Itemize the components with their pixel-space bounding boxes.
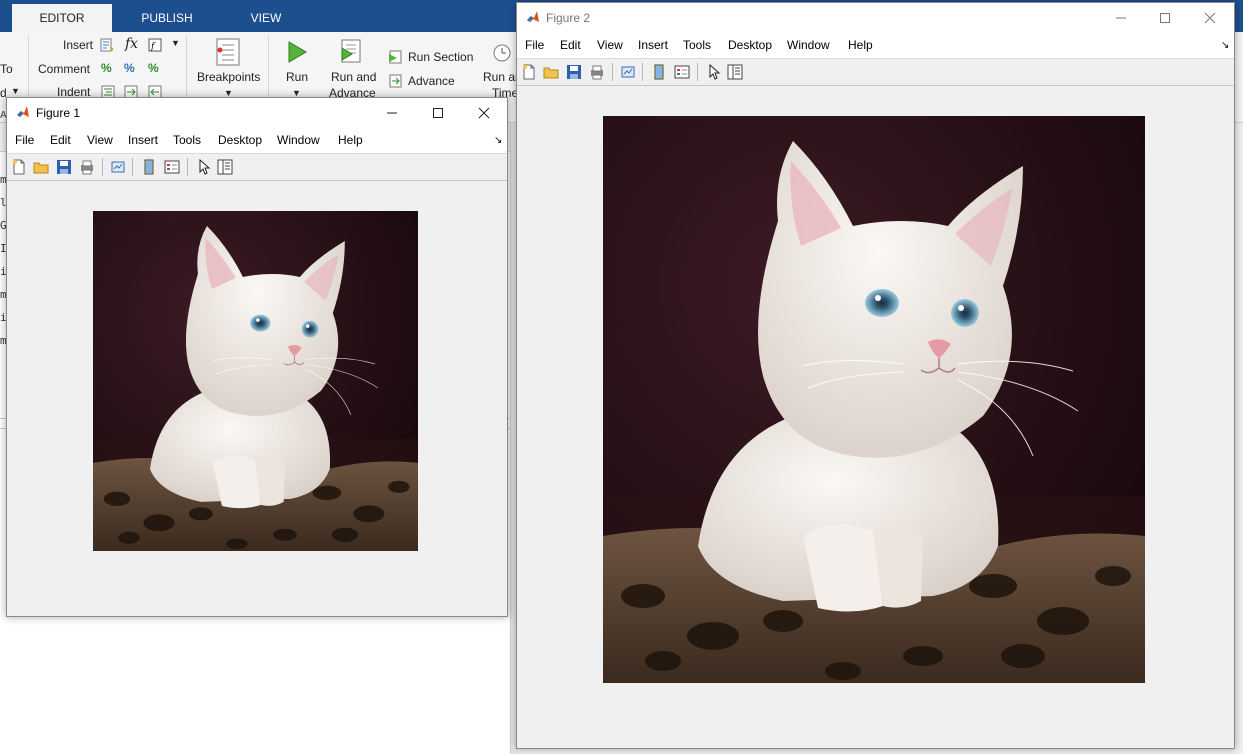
figure2-kitten-image	[603, 116, 1145, 683]
figure2-minimize-button[interactable]	[1098, 3, 1144, 33]
figure2-menu-edit[interactable]: Edit	[560, 38, 581, 52]
run-and-time-icon[interactable]	[492, 40, 514, 64]
figure2-toolbar	[517, 59, 1234, 86]
open-file-icon[interactable]	[33, 159, 49, 175]
run-section-button[interactable]: Run Section	[408, 50, 473, 64]
link-plot-icon[interactable]	[620, 64, 636, 80]
figure2-image-axes[interactable]	[603, 116, 1145, 683]
insert-icon	[100, 38, 114, 52]
run-icon[interactable]	[286, 40, 308, 64]
figure1-toolbar	[7, 154, 507, 181]
property-inspector-icon[interactable]	[217, 159, 233, 175]
legend-icon[interactable]	[674, 64, 690, 80]
run-button[interactable]: Run	[286, 70, 308, 84]
figure1-image-axes[interactable]	[93, 211, 418, 551]
figure2-menu-window[interactable]: Window	[787, 38, 830, 52]
tab-view[interactable]: VIEW	[222, 4, 310, 32]
figure1-menu-window[interactable]: Window	[277, 133, 320, 147]
figure1-title: Figure 1	[36, 106, 81, 120]
figure1-menubar: File Edit View Insert Tools Desktop Wind…	[7, 128, 507, 154]
figure2-close-button[interactable]	[1187, 3, 1233, 33]
figure1-kitten-image	[93, 211, 418, 551]
figure1-menu-file[interactable]: File	[15, 133, 34, 147]
figure1-menu-edit[interactable]: Edit	[50, 133, 71, 147]
figure2-menu-view[interactable]: View	[597, 38, 623, 52]
colorbar-icon[interactable]	[141, 159, 157, 175]
figure1-dock-arrow-icon[interactable]: ↘	[494, 135, 502, 146]
figure2-menu-insert[interactable]: Insert	[638, 38, 668, 52]
ribbon-cut-arrow: ▼	[11, 86, 20, 96]
figure2-titlebar[interactable]: Figure 2	[517, 3, 1234, 33]
uncomment-icon[interactable]: %	[124, 61, 135, 75]
new-figure-icon[interactable]	[521, 64, 537, 80]
run-and-advance-button[interactable]: Run and	[331, 70, 376, 84]
figure1-close-button[interactable]	[461, 98, 507, 128]
minimize-icon	[387, 112, 397, 114]
pointer-icon[interactable]	[706, 64, 722, 80]
figure2-title: Figure 2	[546, 11, 591, 25]
figure1-maximize-button[interactable]	[415, 98, 461, 128]
figure1-menu-desktop[interactable]: Desktop	[218, 133, 262, 147]
figure2-dock-arrow-icon[interactable]: ↘	[1221, 40, 1229, 51]
figure1-titlebar[interactable]: Figure 1	[7, 98, 507, 128]
open-file-icon[interactable]	[543, 64, 559, 80]
figure1-menu-tools[interactable]: Tools	[173, 133, 201, 147]
insert-function-button[interactable]: fx	[125, 36, 138, 52]
maximize-icon	[1160, 13, 1170, 23]
close-icon	[478, 107, 490, 119]
insert-dropdown-arrow[interactable]: ▼	[171, 38, 180, 48]
figure1-menu-view[interactable]: View	[87, 133, 113, 147]
advance-icon[interactable]	[388, 74, 402, 88]
comment-icon[interactable]: %	[101, 61, 112, 75]
figure2-menu-tools[interactable]: Tools	[683, 38, 711, 52]
figure2-menu-desktop[interactable]: Desktop	[728, 38, 772, 52]
new-figure-icon[interactable]	[11, 159, 27, 175]
wrap-comments-icon[interactable]: %	[148, 61, 159, 75]
maximize-icon	[433, 108, 443, 118]
link-plot-icon[interactable]	[110, 159, 126, 175]
run-and-advance-icon[interactable]	[338, 38, 364, 64]
legend-icon[interactable]	[164, 159, 180, 175]
pointer-icon[interactable]	[196, 159, 212, 175]
figure1-menu-insert[interactable]: Insert	[128, 133, 158, 147]
tab-editor[interactable]: EDITOR	[12, 4, 112, 32]
matlab-logo-icon	[17, 106, 29, 117]
insert-code-icon[interactable]: f	[148, 38, 162, 52]
insert-button[interactable]: Insert	[63, 38, 93, 52]
matlab-logo-icon	[527, 11, 539, 22]
tab-publish[interactable]: PUBLISH	[118, 4, 216, 32]
property-inspector-icon[interactable]	[727, 64, 743, 80]
figure2-window[interactable]: Figure 2 File Edit View Insert Tools Des…	[516, 2, 1235, 749]
figure2-menu-file[interactable]: File	[525, 38, 544, 52]
run-and-time-button[interactable]: Run ar	[483, 70, 519, 84]
figure2-menu-help[interactable]: Help	[848, 38, 873, 52]
figure2-menubar: File Edit View Insert Tools Desktop Wind…	[517, 33, 1234, 59]
run-section-icon[interactable]	[388, 50, 402, 64]
save-icon[interactable]	[56, 159, 72, 175]
minimize-icon	[1116, 17, 1126, 19]
figure2-maximize-button[interactable]	[1142, 3, 1188, 33]
advance-button[interactable]: Advance	[408, 74, 455, 88]
print-icon[interactable]	[79, 159, 95, 175]
close-icon	[1204, 12, 1216, 24]
save-icon[interactable]	[566, 64, 582, 80]
colorbar-icon[interactable]	[651, 64, 667, 80]
figure1-menu-help[interactable]: Help	[338, 133, 363, 147]
figure1-minimize-button[interactable]	[369, 98, 415, 128]
ribbon-cut-label-1: To	[0, 62, 13, 76]
breakpoints-button[interactable]: Breakpoints	[197, 70, 260, 84]
figure1-window[interactable]: Figure 1 File Edit View Insert Tools Des…	[6, 97, 508, 617]
print-icon[interactable]	[589, 64, 605, 80]
comment-button[interactable]: Comment	[38, 62, 90, 76]
breakpoints-icon[interactable]	[215, 38, 241, 66]
